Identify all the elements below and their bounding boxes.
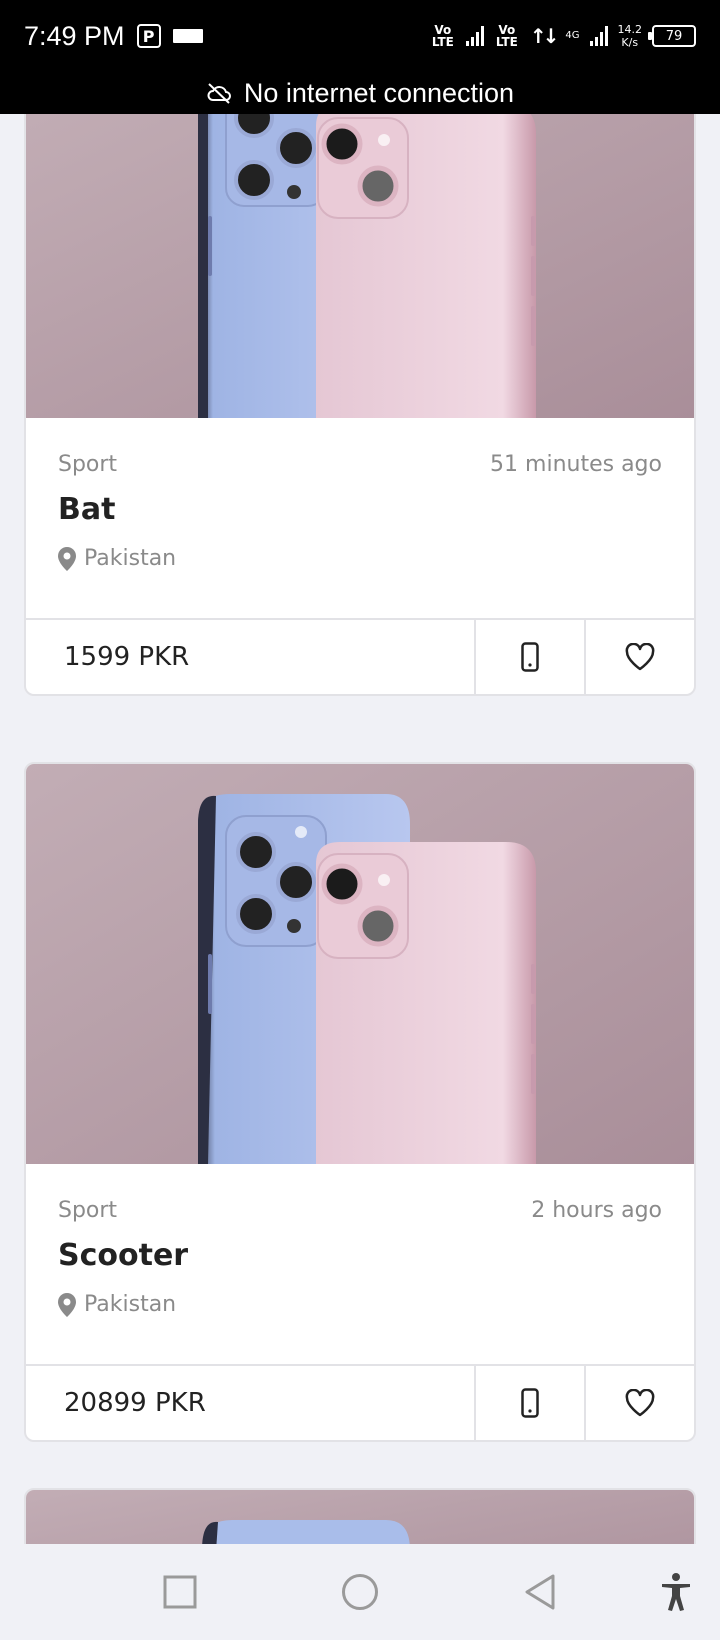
battery-icon: 79: [648, 25, 696, 47]
phone-icon: [521, 642, 539, 672]
listing-card[interactable]: Sport 51 minutes ago Bat Pakistan 1599 P…: [24, 114, 696, 696]
volte-label-1: Vo LTE: [431, 23, 454, 49]
circle-icon: [342, 1574, 378, 1610]
battery-level: 79: [665, 28, 683, 44]
listing-price: 1599 PKR: [26, 620, 476, 694]
status-bar: 7:49 PM P Vo LTE Vo LTE ↑↓ 4G 14.2 K/s 7…: [0, 0, 720, 72]
listing-footer: 20899 PKR: [26, 1364, 694, 1440]
listing-card[interactable]: [24, 1488, 696, 1544]
listing-photo[interactable]: [26, 1490, 694, 1544]
home-button[interactable]: [336, 1568, 384, 1616]
cloud-off-icon: [207, 83, 231, 104]
call-button[interactable]: [476, 1366, 586, 1440]
square-icon: [163, 1575, 197, 1609]
speed-value: 14.2: [617, 23, 643, 36]
listing-category: Sport: [58, 1198, 118, 1223]
map-pin-icon: [58, 546, 76, 571]
parking-app-icon: P: [136, 24, 161, 48]
network-speed: 14.2 K/s: [618, 23, 643, 49]
favorite-button[interactable]: [586, 620, 694, 694]
recents-button[interactable]: [156, 1568, 204, 1616]
listing-details[interactable]: Sport 2 hours ago Scooter Pakistan: [26, 1164, 694, 1364]
listing-location: Pakistan: [58, 546, 176, 571]
listing-photo[interactable]: [26, 114, 694, 418]
offline-banner-text: No internet connection: [243, 77, 515, 108]
listing-location: Pakistan: [58, 1292, 176, 1317]
listing-footer: 1599 PKR: [26, 618, 694, 694]
listing-card[interactable]: Sport 2 hours ago Scooter Pakistan 20899…: [24, 762, 696, 1442]
signal-icon-2: [589, 26, 608, 46]
listing-feed[interactable]: Sport 51 minutes ago Bat Pakistan 1599 P…: [0, 114, 720, 1544]
heart-icon: [625, 1389, 655, 1417]
listing-title[interactable]: Bat: [58, 492, 115, 527]
system-navigation-bar: [0, 1544, 720, 1640]
listing-location-text: Pakistan: [84, 546, 177, 571]
listing-price: 20899 PKR: [26, 1366, 476, 1440]
offline-banner: No internet connection: [0, 72, 720, 114]
back-button[interactable]: [516, 1568, 564, 1616]
clock: 7:49 PM: [24, 20, 125, 51]
triangle-back-icon: [525, 1574, 555, 1610]
notification-icon: [172, 29, 203, 43]
speed-unit: K/s: [621, 36, 639, 49]
volte-label-2: Vo LTE: [495, 23, 518, 49]
listing-posted-time: 51 minutes ago: [490, 452, 662, 477]
phone-icon: [521, 1388, 539, 1418]
map-pin-icon: [58, 1292, 76, 1317]
listing-photo[interactable]: [26, 764, 694, 1164]
call-button[interactable]: [476, 620, 586, 694]
listing-title[interactable]: Scooter: [58, 1238, 188, 1273]
heart-icon: [625, 643, 655, 671]
favorite-button[interactable]: [586, 1366, 694, 1440]
network-type-label: 4G: [565, 30, 580, 41]
accessibility-button[interactable]: [652, 1568, 700, 1616]
listing-category: Sport: [58, 452, 118, 477]
signal-icon: [465, 26, 484, 46]
listing-posted-time: 2 hours ago: [531, 1198, 662, 1223]
listing-details[interactable]: Sport 51 minutes ago Bat Pakistan: [26, 418, 694, 618]
accessibility-icon: [662, 1573, 690, 1611]
data-activity-icon: ↑↓: [529, 24, 559, 48]
listing-location-text: Pakistan: [84, 1292, 177, 1317]
